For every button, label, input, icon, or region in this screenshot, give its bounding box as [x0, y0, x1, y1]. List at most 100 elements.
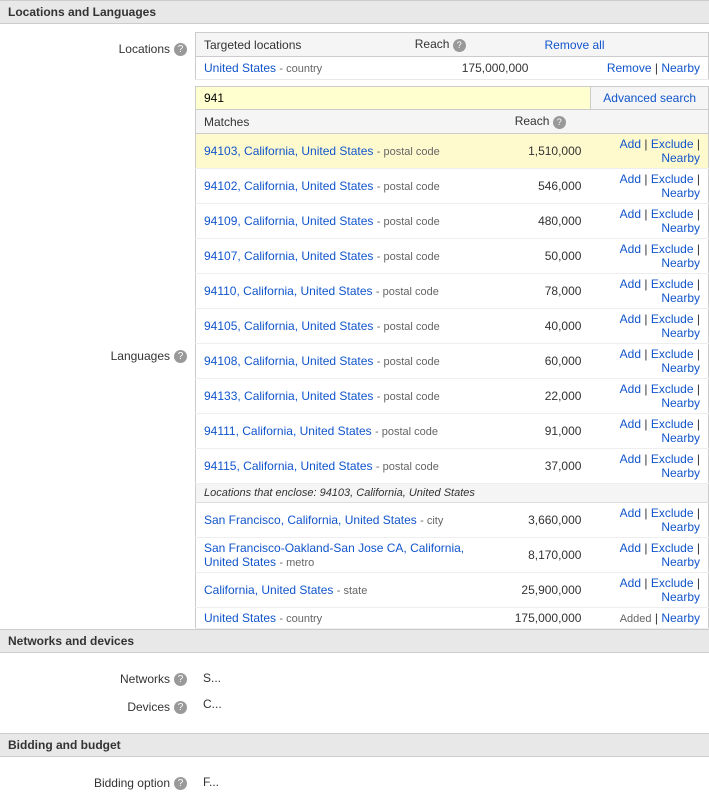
add-link-enc0[interactable]: Add: [620, 506, 641, 520]
exclude-link-6[interactable]: Exclude: [651, 347, 694, 361]
table-row: San Francisco-Oakland-San Jose CA, Calif…: [196, 538, 709, 573]
nearby-link-enc0[interactable]: Nearby: [661, 520, 700, 534]
result-location-link[interactable]: 94109, California, United States: [204, 214, 373, 228]
add-link-9[interactable]: Add: [620, 452, 641, 466]
add-link-4[interactable]: Add: [620, 277, 641, 291]
result-location-cell: 94103, California, United States - posta…: [196, 134, 507, 169]
remove-all-link[interactable]: Remove all: [544, 38, 604, 52]
result-reach-cell: 40,000: [507, 309, 590, 344]
devices-value: C...: [195, 691, 709, 717]
result-location-type: - postal code: [376, 461, 439, 473]
search-input[interactable]: [196, 87, 590, 109]
exclude-link-2[interactable]: Exclude: [651, 207, 694, 221]
nearby-link-enc2[interactable]: Nearby: [661, 590, 700, 604]
result-reach-cell: 60,000: [507, 344, 590, 379]
networks-help-icon[interactable]: ?: [174, 673, 187, 686]
nearby-link-3[interactable]: Nearby: [661, 256, 700, 270]
exclude-link-5[interactable]: Exclude: [651, 312, 694, 326]
table-row: 94107, California, United States - posta…: [196, 239, 709, 274]
add-link-0[interactable]: Add: [620, 137, 641, 151]
result-actions-cell: Add | Exclude | Nearby: [589, 379, 708, 414]
result-location-link[interactable]: San Francisco-Oakland-San Jose CA, Calif…: [204, 541, 464, 569]
result-location-link[interactable]: 94102, California, United States: [204, 179, 373, 193]
nearby-link-2[interactable]: Nearby: [661, 221, 700, 235]
add-link-7[interactable]: Add: [620, 382, 641, 396]
result-location-type: - postal code: [377, 181, 440, 193]
table-row: United States - country 175,000,000 Adde…: [196, 608, 709, 629]
table-row: 94115, California, United States - posta…: [196, 449, 709, 484]
result-location-type: - postal code: [377, 356, 440, 368]
result-location-link[interactable]: 94107, California, United States: [204, 249, 373, 263]
nearby-link-4[interactable]: Nearby: [661, 291, 700, 305]
remove-link[interactable]: Remove: [607, 61, 652, 75]
exclude-link-enc1[interactable]: Exclude: [651, 541, 694, 555]
bidding-help-icon[interactable]: ?: [174, 777, 187, 790]
result-location-link[interactable]: 94111, California, United States: [204, 424, 372, 438]
result-location-link[interactable]: 94108, California, United States: [204, 354, 373, 368]
devices-label-row: Devices ?: [0, 693, 195, 721]
exclude-link-9[interactable]: Exclude: [651, 452, 694, 466]
result-location-link[interactable]: 94103, California, United States: [204, 144, 373, 158]
locations-help-icon[interactable]: ?: [174, 43, 187, 56]
exclude-link-4[interactable]: Exclude: [651, 277, 694, 291]
exclude-link-0[interactable]: Exclude: [651, 137, 694, 151]
nearby-link-1[interactable]: Nearby: [661, 186, 700, 200]
nearby-link-8[interactable]: Nearby: [661, 431, 700, 445]
page: Locations and Languages Locations ? Lang…: [0, 0, 709, 809]
add-link-5[interactable]: Add: [620, 312, 641, 326]
table-row: 94109, California, United States - posta…: [196, 204, 709, 239]
advanced-search-button[interactable]: Advanced search: [590, 87, 708, 109]
result-reach-cell: 78,000: [507, 274, 590, 309]
result-location-link[interactable]: 94105, California, United States: [204, 319, 373, 333]
exclude-link-enc0[interactable]: Exclude: [651, 506, 694, 520]
add-link-enc1[interactable]: Add: [620, 541, 641, 555]
devices-help-icon[interactable]: ?: [174, 701, 187, 714]
add-link-3[interactable]: Add: [620, 242, 641, 256]
targeted-location-type: - country: [279, 63, 322, 75]
result-location-link[interactable]: California, United States: [204, 583, 333, 597]
result-location-link[interactable]: 94133, California, United States: [204, 389, 373, 403]
add-link-enc2[interactable]: Add: [620, 576, 641, 590]
result-actions-cell: Add | Exclude | Nearby: [589, 449, 708, 484]
result-location-cell: 94109, California, United States - posta…: [196, 204, 507, 239]
exclude-link-7[interactable]: Exclude: [651, 382, 694, 396]
nearby-link-9[interactable]: Nearby: [661, 466, 700, 480]
result-location-type: - postal code: [377, 321, 440, 333]
nearby-link-5[interactable]: Nearby: [661, 326, 700, 340]
result-reach-cell: 175,000,000: [507, 608, 590, 629]
result-reach-cell: 8,170,000: [507, 538, 590, 573]
add-link-1[interactable]: Add: [620, 172, 641, 186]
nearby-link-7[interactable]: Nearby: [661, 396, 700, 410]
result-actions-cell: Add | Exclude | Nearby: [589, 169, 708, 204]
reach-info-icon[interactable]: ?: [453, 39, 466, 52]
add-link-2[interactable]: Add: [620, 207, 641, 221]
exclude-link-3[interactable]: Exclude: [651, 242, 694, 256]
targeted-col-header: Targeted locations: [196, 33, 407, 57]
result-actions-cell: Add | Exclude | Nearby: [589, 344, 708, 379]
results-reach-info-icon[interactable]: ?: [553, 116, 566, 129]
locations-section: Locations ? Languages ? Targeted locatio…: [0, 24, 709, 629]
exclude-link-8[interactable]: Exclude: [651, 417, 694, 431]
result-location-type: - postal code: [377, 391, 440, 403]
nearby-link-0[interactable]: Nearby: [661, 151, 700, 165]
add-link-6[interactable]: Add: [620, 347, 641, 361]
result-location-link[interactable]: 94115, California, United States: [204, 459, 373, 473]
result-location-cell: 94133, California, United States - posta…: [196, 379, 507, 414]
result-actions-cell: Add | Exclude | Nearby: [589, 239, 708, 274]
result-location-type: - postal code: [375, 426, 438, 438]
result-location-link[interactable]: 94110, California, United States: [204, 284, 373, 298]
nearby-link-enc1[interactable]: Nearby: [661, 555, 700, 569]
nearby-link-enc3[interactable]: Nearby: [661, 611, 700, 625]
result-location-link[interactable]: United States: [204, 611, 276, 625]
nearby-link-us[interactable]: Nearby: [661, 61, 700, 75]
exclude-link-enc2[interactable]: Exclude: [651, 576, 694, 590]
add-link-8[interactable]: Add: [620, 417, 641, 431]
result-actions-cell: Add | Exclude | Nearby: [589, 538, 708, 573]
table-row: 94133, California, United States - posta…: [196, 379, 709, 414]
targeted-location-link[interactable]: United States: [204, 61, 276, 75]
result-actions-cell: Add | Exclude | Nearby: [589, 204, 708, 239]
result-actions-cell: Add | Exclude | Nearby: [589, 309, 708, 344]
exclude-link-1[interactable]: Exclude: [651, 172, 694, 186]
languages-help-icon[interactable]: ?: [174, 350, 187, 363]
nearby-link-6[interactable]: Nearby: [661, 361, 700, 375]
